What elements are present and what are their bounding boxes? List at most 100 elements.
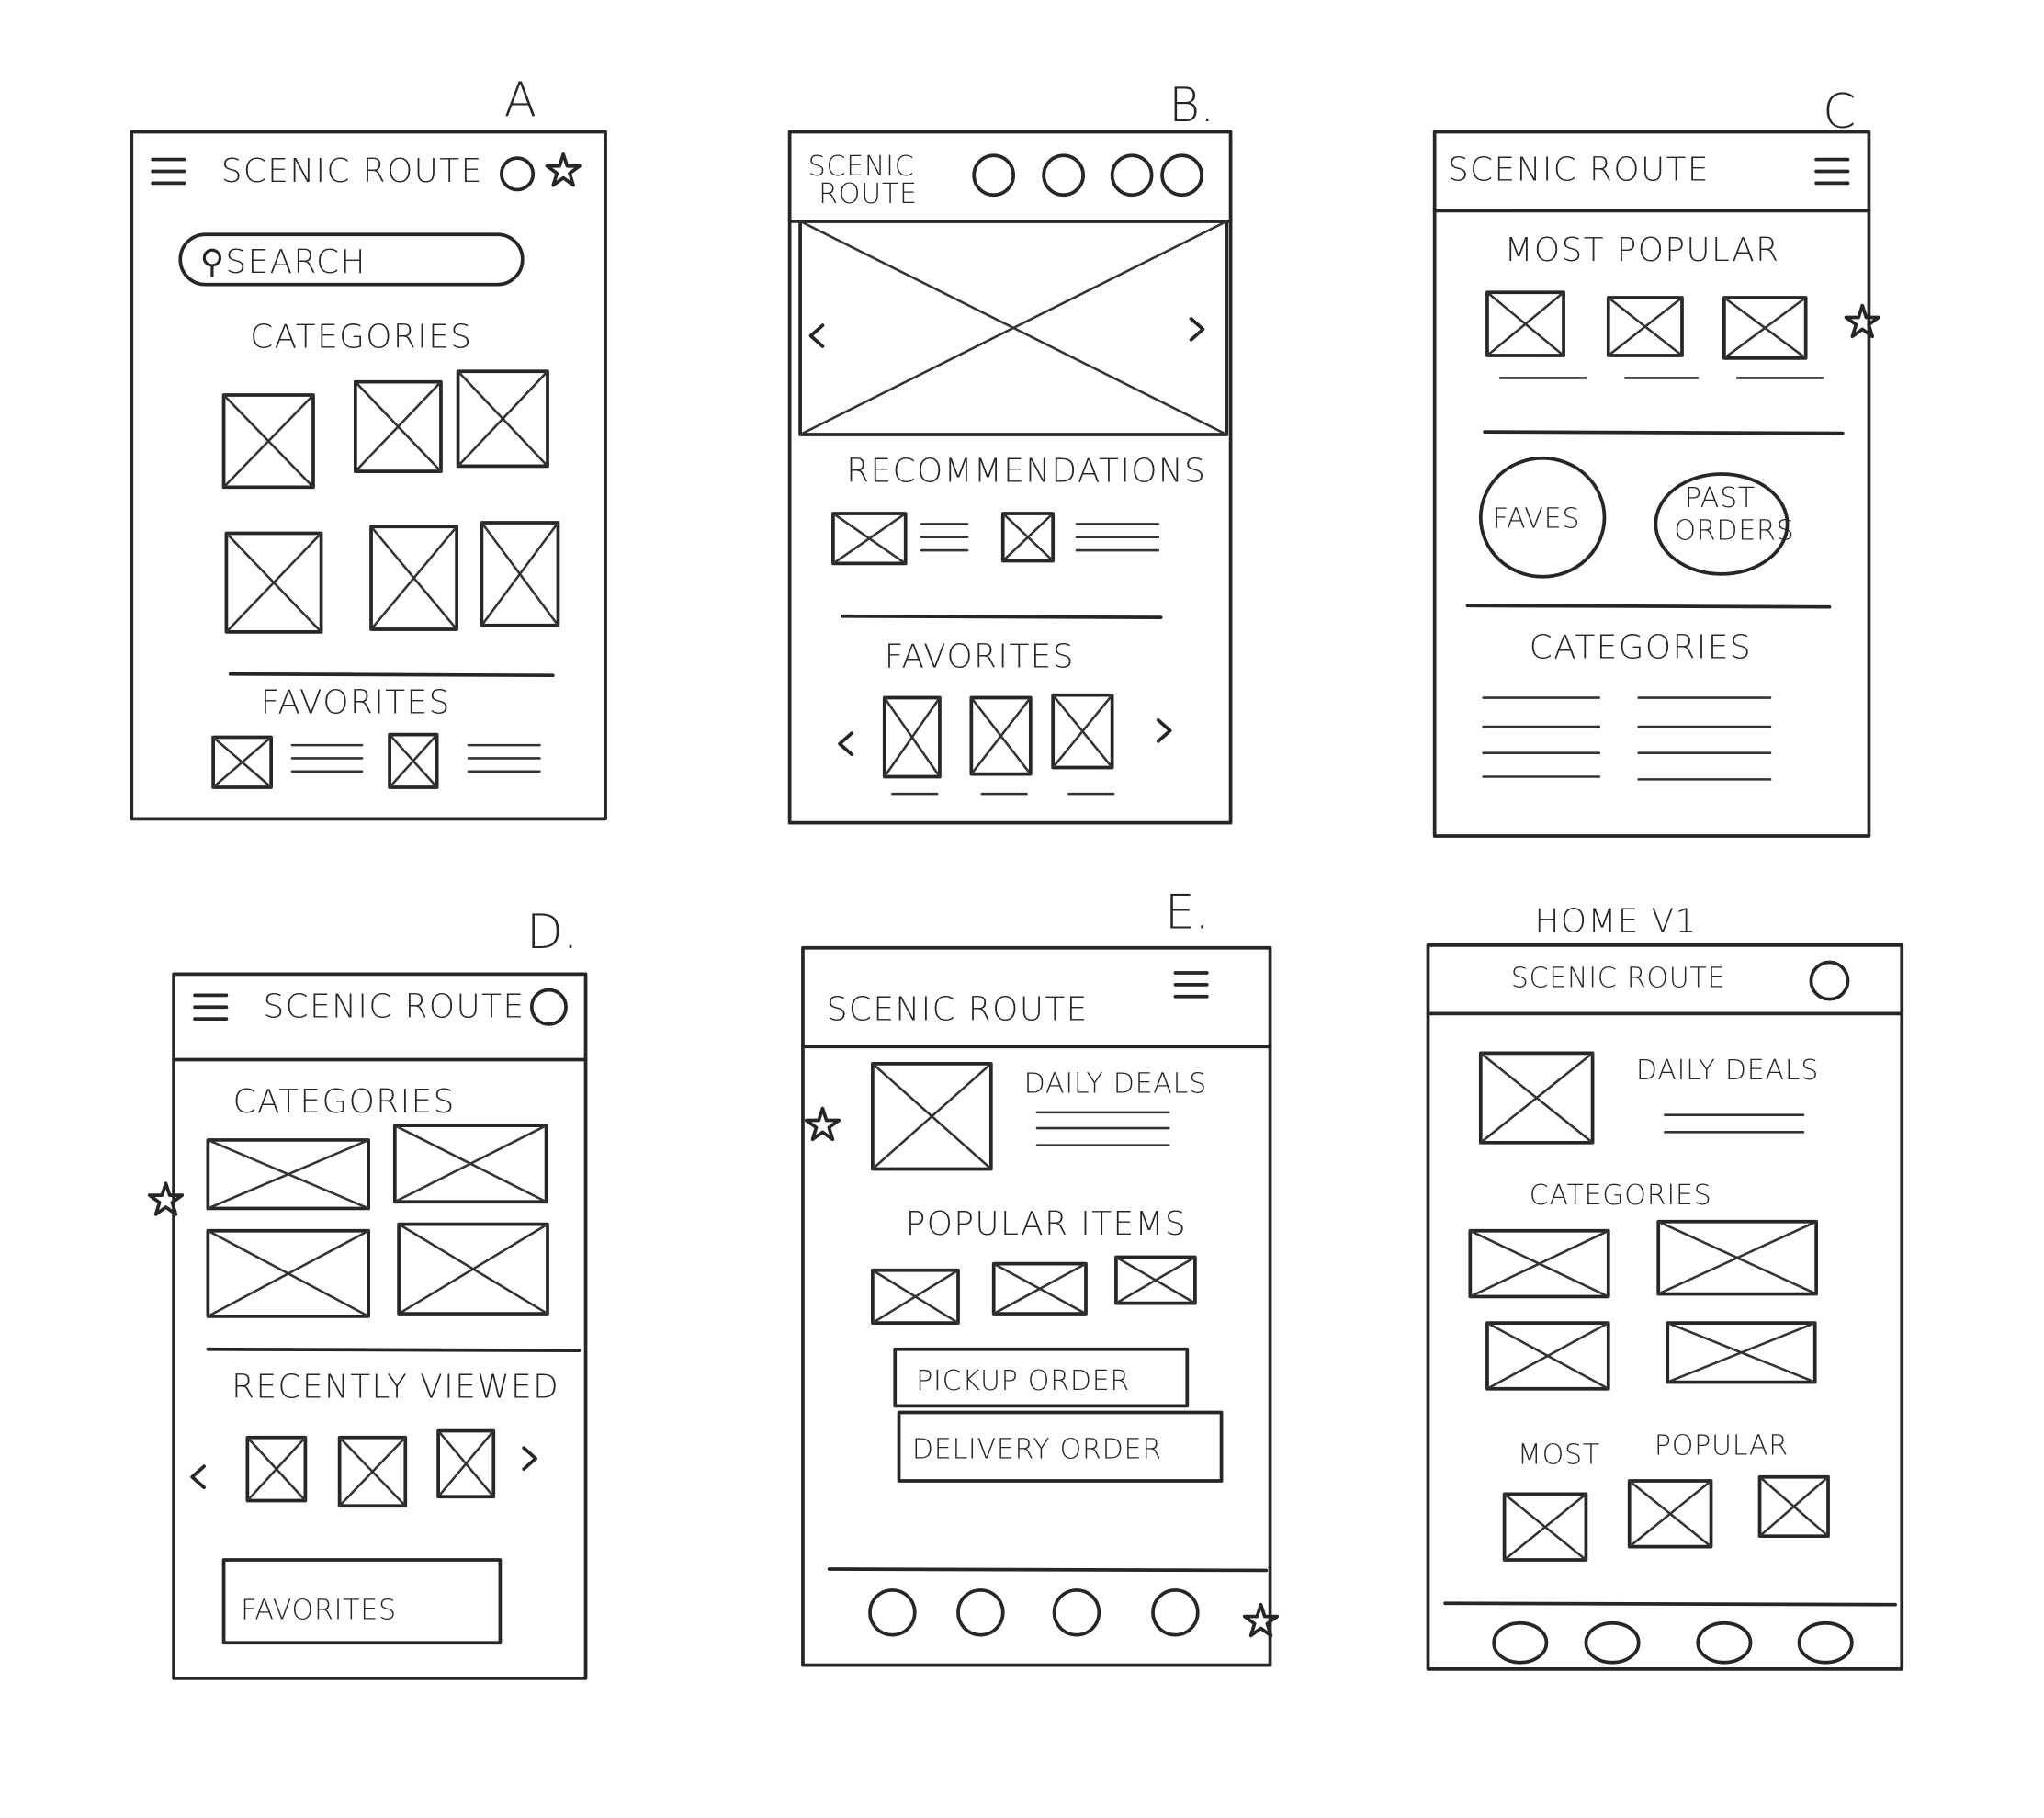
section-heading-categories: CATEGORIES xyxy=(233,1083,456,1121)
app-title-line: ROUTE xyxy=(819,178,918,210)
text-lines-placeholder xyxy=(1482,696,1601,778)
hamburger-menu-icon[interactable] xyxy=(1173,971,1209,999)
image-placeholder xyxy=(1051,693,1114,770)
placeholder-cross xyxy=(480,521,559,627)
wireframe-sketch-sheet: A SCENIC ROUTE ⚲SEARCH CATEGORIES FAVORITES B… xyxy=(130,73,1904,1680)
app-title: SCENIC ROUTE xyxy=(221,152,483,190)
placeholder-cross xyxy=(1607,296,1684,357)
sketch-b: B.SCENICROUTERECOMMENDATIONSFAVORITES xyxy=(787,78,1233,825)
image-placeholder xyxy=(436,1428,496,1499)
bottom-nav-icon[interactable] xyxy=(1797,1620,1854,1665)
star-icon xyxy=(1844,303,1880,339)
bottom-nav-icon[interactable] xyxy=(1584,1620,1641,1665)
delivery-order-button[interactable]: DELIVERY ORDER xyxy=(897,1410,1224,1483)
placeholder-cross xyxy=(369,525,458,631)
placeholder-cross xyxy=(1758,1475,1830,1538)
placeholder-cross xyxy=(1503,1493,1587,1562)
button-label: PAST xyxy=(1685,482,1756,514)
placeholder-cross xyxy=(1479,1052,1594,1145)
image-placeholder xyxy=(798,220,1229,436)
placeholder-cross xyxy=(1656,1220,1818,1295)
image-placeholder xyxy=(969,695,1033,776)
text-lines-placeholder xyxy=(1035,1111,1170,1146)
app-title: SCENIC ROUTE xyxy=(264,988,525,1026)
image-placeholder xyxy=(397,1222,549,1316)
placeholder-cross xyxy=(1485,290,1565,357)
section-heading-popular-items: POPULAR ITEMS xyxy=(906,1205,1187,1243)
placeholder-cross xyxy=(388,733,438,789)
faves-button[interactable]: FAVES xyxy=(1478,456,1607,579)
placeholder-cross xyxy=(871,1062,993,1170)
nav-circle-icon[interactable] xyxy=(972,153,1016,198)
chevron-right-icon[interactable] xyxy=(1156,718,1172,743)
sketch-home-v1: HOME V1 SCENIC ROUTE DAILY DEALS CATEGORIES… xyxy=(1426,903,1904,1671)
profile-icon[interactable] xyxy=(529,988,568,1026)
placeholder-cross xyxy=(354,380,443,473)
hamburger-menu-icon[interactable] xyxy=(1814,157,1850,186)
profile-icon[interactable] xyxy=(500,156,536,192)
image-placeholder xyxy=(369,525,459,631)
image-placeholder xyxy=(480,521,560,627)
bottom-nav-icon[interactable] xyxy=(1151,1588,1200,1637)
chevron-left-icon[interactable] xyxy=(838,731,853,757)
placeholder-cross xyxy=(457,369,549,468)
section-heading-favorites: FAVORITES xyxy=(885,638,1075,676)
bottom-nav-icon[interactable] xyxy=(1492,1620,1549,1665)
chevron-left-icon[interactable] xyxy=(808,323,825,348)
bottom-nav-divider xyxy=(827,1567,1269,1573)
sketch-label: HOME V1 xyxy=(1535,903,1698,941)
placeholder-cross xyxy=(1469,1229,1610,1298)
bottom-nav-icon[interactable] xyxy=(956,1588,1005,1637)
text-lines-placeholder xyxy=(1075,523,1160,552)
nav-circle-icon[interactable] xyxy=(1110,153,1154,198)
image-placeholder xyxy=(456,369,549,469)
search-input[interactable]: ⚲SEARCH xyxy=(200,243,367,281)
button-label: PICKUP ORDER xyxy=(916,1365,1130,1397)
bottom-nav-icon[interactable] xyxy=(1052,1588,1101,1637)
phone-frame xyxy=(172,972,588,1680)
section-heading-popular: POPULAR xyxy=(1654,1429,1789,1462)
hamburger-menu-icon[interactable] xyxy=(193,993,229,1021)
section-heading-recommendations: RECOMMENDATIONS xyxy=(846,453,1206,491)
favorites-button[interactable]: FAVORITES xyxy=(221,1558,503,1645)
image-placeholder xyxy=(871,1061,993,1171)
search-bar[interactable]: ⚲SEARCH xyxy=(178,232,525,287)
placeholder-cross xyxy=(992,1262,1088,1316)
placeholder-cross xyxy=(883,696,942,778)
placeholder-cross xyxy=(225,532,322,634)
chevron-right-icon[interactable] xyxy=(1189,317,1205,342)
hamburger-menu-icon[interactable] xyxy=(151,157,186,186)
button-label: ORDERS xyxy=(1674,515,1794,548)
image-placeholder xyxy=(221,393,315,490)
button-label: FAVORITES xyxy=(241,1594,397,1626)
bottom-nav-icon[interactable] xyxy=(868,1588,917,1637)
past-orders-button[interactable]: PASTORDERS xyxy=(1654,472,1794,576)
placeholder-cross xyxy=(798,220,1228,436)
pickup-order-button[interactable]: PICKUP ORDER xyxy=(893,1347,1190,1408)
nav-circle-icon[interactable] xyxy=(1160,153,1203,198)
chevron-left-icon[interactable] xyxy=(190,1464,206,1490)
section-heading-most-popular: MOST POPULAR xyxy=(1505,231,1780,269)
section-divider xyxy=(1483,430,1845,435)
image-placeholder xyxy=(224,531,323,634)
section-heading-categories: CATEGORIES xyxy=(250,318,472,356)
bottom-nav-icon[interactable] xyxy=(1696,1620,1753,1665)
placeholder-cross xyxy=(207,1138,370,1210)
star-icon xyxy=(147,1181,185,1216)
section-heading-daily-deals: DAILY DEALS xyxy=(1636,1055,1819,1087)
section-heading-favorites: FAVORITES xyxy=(261,684,451,722)
image-placeholder xyxy=(206,1138,371,1211)
star-icon xyxy=(1242,1602,1280,1638)
nav-circle-icon[interactable] xyxy=(1042,153,1085,198)
placeholder-cross xyxy=(1114,1256,1197,1304)
image-placeholder xyxy=(1114,1255,1197,1305)
chevron-right-icon[interactable] xyxy=(522,1446,537,1471)
profile-icon[interactable] xyxy=(1809,960,1850,1001)
placeholder-cross xyxy=(207,1229,370,1318)
section-heading-categories: CATEGORIES xyxy=(1530,629,1752,667)
image-placeholder xyxy=(1757,1474,1830,1539)
image-placeholder xyxy=(831,512,908,566)
image-placeholder xyxy=(991,1261,1088,1316)
section-heading-categories: CATEGORIES xyxy=(1530,1180,1712,1212)
placeholder-cross xyxy=(1722,296,1807,360)
